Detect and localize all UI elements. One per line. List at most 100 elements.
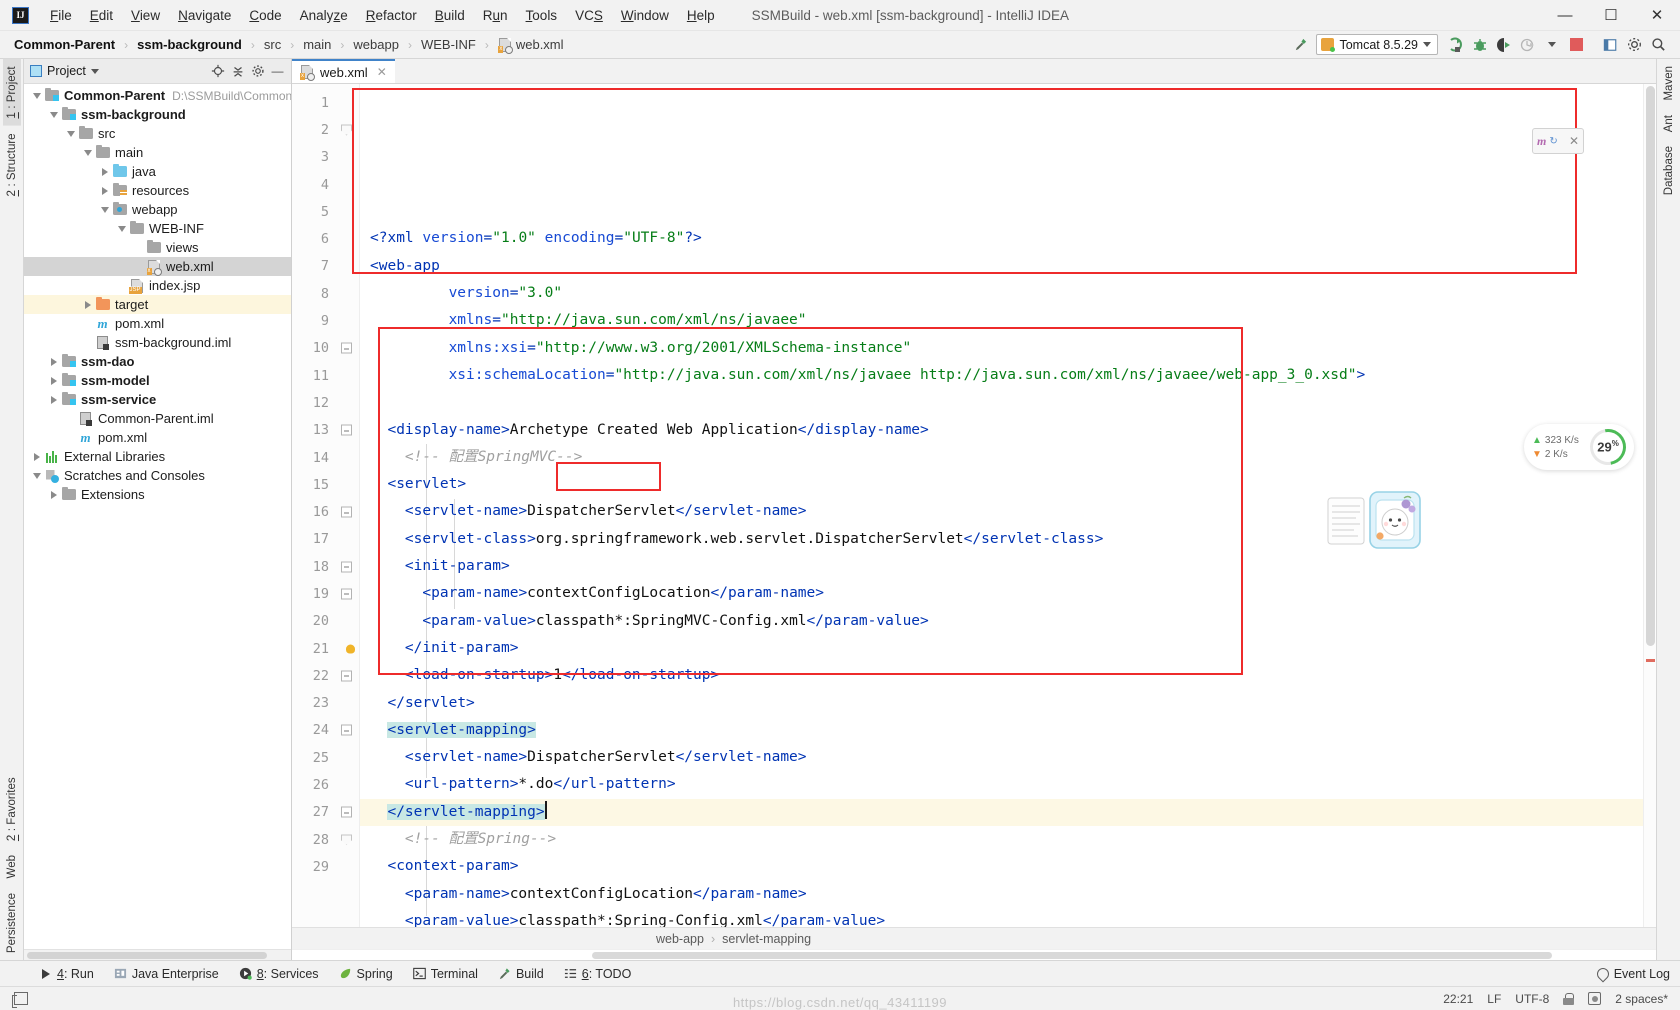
breadcrumb-webapp[interactable]: webapp xyxy=(351,36,401,53)
gutter-line[interactable]: 1 xyxy=(292,89,359,116)
code-line[interactable]: <display-name>Archetype Created Web Appl… xyxy=(360,417,1643,444)
branch-icon[interactable] xyxy=(1588,992,1602,1005)
tree-node-index-jsp[interactable]: JSP index.jsp xyxy=(24,276,291,295)
tree-node-ssm-model[interactable]: ssm-model xyxy=(24,371,291,390)
breadcrumb-web-inf[interactable]: WEB-INF xyxy=(419,36,478,53)
breadcrumb-web-app[interactable]: web-app xyxy=(656,932,704,946)
breadcrumb-src[interactable]: src xyxy=(262,36,283,53)
tool-strip-ant[interactable]: Ant xyxy=(1660,108,1678,139)
tool-strip-web[interactable]: Web xyxy=(3,848,21,885)
code-line[interactable]: <context-param> xyxy=(360,853,1643,880)
project-title-group[interactable]: Project xyxy=(30,64,99,78)
fold-collapse-icon[interactable] xyxy=(341,424,352,436)
menu-file[interactable]: File xyxy=(41,5,81,26)
tree-node-resources[interactable]: resources xyxy=(24,181,291,200)
gutter-line[interactable]: 17 xyxy=(292,526,359,553)
fold-collapse-icon[interactable] xyxy=(341,806,352,818)
collapse-all-icon[interactable] xyxy=(228,62,247,81)
gear-icon[interactable] xyxy=(248,62,267,81)
gutter-line[interactable]: 19 xyxy=(292,580,359,607)
toggle-toolwindows-icon[interactable] xyxy=(12,992,28,1008)
gutter-line[interactable]: 22 xyxy=(292,662,359,689)
gutter-line[interactable]: 11 xyxy=(292,362,359,389)
chevron-right-icon[interactable] xyxy=(47,357,60,366)
code-line[interactable]: xmlns:xsi="http://www.w3.org/2001/XMLSch… xyxy=(360,335,1643,362)
tool-strip-maven[interactable]: Maven xyxy=(1660,59,1678,108)
intention-popup[interactable]: m ↻ ✕ xyxy=(1532,128,1584,154)
editor-horizontal-scrollbar[interactable] xyxy=(292,949,1656,960)
menu-code[interactable]: Code xyxy=(240,5,290,26)
breadcrumb-ssm-background[interactable]: ssm-background xyxy=(135,36,244,53)
tree-node-ssm-dao[interactable]: ssm-dao xyxy=(24,352,291,371)
chevron-right-icon[interactable] xyxy=(47,376,60,385)
hammer-icon[interactable] xyxy=(1288,34,1312,56)
fold-collapse-icon[interactable] xyxy=(341,588,352,600)
chevron-down-icon[interactable] xyxy=(64,130,77,137)
close-icon[interactable]: ✕ xyxy=(1569,134,1579,148)
breadcrumb-web-xml[interactable]: x web.xml xyxy=(496,36,566,54)
debug-icon[interactable] xyxy=(1468,34,1492,56)
scrollbar-thumb[interactable] xyxy=(592,952,1552,959)
gutter-line[interactable]: 7 xyxy=(292,253,359,280)
fold-collapse-icon[interactable] xyxy=(341,342,352,354)
gutter-line[interactable]: 12 xyxy=(292,389,359,416)
tree-node-views[interactable]: views xyxy=(24,238,291,257)
file-encoding[interactable]: UTF-8 xyxy=(1515,992,1549,1006)
tree-node-java[interactable]: java xyxy=(24,162,291,181)
menu-refactor[interactable]: Refactor xyxy=(357,5,426,26)
tree-node-ssm-background-iml[interactable]: ssm-background.iml xyxy=(24,333,291,352)
tree-node-web-inf[interactable]: WEB-INF xyxy=(24,219,291,238)
locate-icon[interactable] xyxy=(208,62,227,81)
tool-strip-persistence[interactable]: Persistence xyxy=(3,886,21,960)
tree-node-web-xml[interactable]: x web.xml xyxy=(24,257,291,276)
fold-collapse-icon[interactable] xyxy=(341,561,352,573)
project-tree[interactable]: Common-Parent D:\SSMBuild\Common-P ssm-bac… xyxy=(24,84,291,949)
menu-help[interactable]: Help xyxy=(678,5,724,26)
fold-collapse-icon[interactable] xyxy=(341,834,352,846)
search-icon[interactable] xyxy=(1646,34,1670,56)
tool-strip-database[interactable]: Database xyxy=(1660,139,1678,202)
tool-window-java-enterprise[interactable]: Java Enterprise xyxy=(104,964,229,984)
line-separator[interactable]: LF xyxy=(1487,992,1501,1006)
run-icon[interactable] xyxy=(1444,34,1468,56)
code-line[interactable]: </servlet-mapping> xyxy=(360,798,1643,827)
menu-build[interactable]: Build xyxy=(426,5,474,26)
code-line[interactable]: </servlet> xyxy=(360,690,1643,717)
breadcrumb-servlet-mapping[interactable]: servlet-mapping xyxy=(722,932,811,946)
chevron-down-icon[interactable] xyxy=(98,206,111,213)
chevron-right-icon[interactable] xyxy=(47,490,60,499)
gutter-line[interactable]: 14 xyxy=(292,444,359,471)
menu-view[interactable]: View xyxy=(122,5,169,26)
fold-collapse-icon[interactable] xyxy=(341,670,352,682)
code-line[interactable]: <load-on-startup>1</load-on-startup> xyxy=(360,662,1643,689)
gutter-line[interactable]: 23 xyxy=(292,690,359,717)
caret-position[interactable]: 22:21 xyxy=(1443,992,1473,1006)
gutter-line[interactable]: 25 xyxy=(292,744,359,771)
code-line[interactable]: <!-- 配置Spring--> xyxy=(360,826,1643,853)
code-line[interactable]: <?xml version="1.0" encoding="UTF-8"?> xyxy=(360,225,1643,252)
gutter-line[interactable]: 24 xyxy=(292,717,359,744)
gutter-line[interactable]: 13 xyxy=(292,417,359,444)
chevron-down-icon[interactable] xyxy=(81,149,94,156)
gutter-line[interactable]: 6 xyxy=(292,225,359,252)
tool-window-8-services[interactable]: 8: Services xyxy=(229,964,329,984)
code-line[interactable] xyxy=(360,389,1643,416)
line-number-gutter[interactable]: 1 2 3 4 5 6 7 8 9 10 11 12 13 14 15 16 17 18 19 20 21 22 23 24 2… xyxy=(292,84,360,927)
fold-collapse-icon[interactable] xyxy=(341,124,352,136)
chevron-down-icon[interactable] xyxy=(47,111,60,118)
tree-node-src[interactable]: src xyxy=(24,124,291,143)
chevron-right-icon[interactable] xyxy=(98,167,111,176)
indent-setting[interactable]: 2 spaces* xyxy=(1615,992,1668,1006)
code-line[interactable]: <servlet-class>org.springframework.web.s… xyxy=(360,526,1643,553)
gutter-line[interactable]: 3 xyxy=(292,144,359,171)
gutter-line[interactable]: 9 xyxy=(292,307,359,334)
code-line[interactable]: <init-param> xyxy=(360,553,1643,580)
gutter-line[interactable]: 18 xyxy=(292,553,359,580)
breadcrumb-main[interactable]: main xyxy=(301,36,333,53)
code-line[interactable]: </init-param> xyxy=(360,635,1643,662)
error-marker[interactable] xyxy=(1646,659,1655,662)
tree-node-target[interactable]: target xyxy=(24,295,291,314)
menu-edit[interactable]: Edit xyxy=(81,5,122,26)
chevron-down-icon[interactable] xyxy=(30,472,43,479)
project-horizontal-scrollbar[interactable] xyxy=(24,949,291,960)
